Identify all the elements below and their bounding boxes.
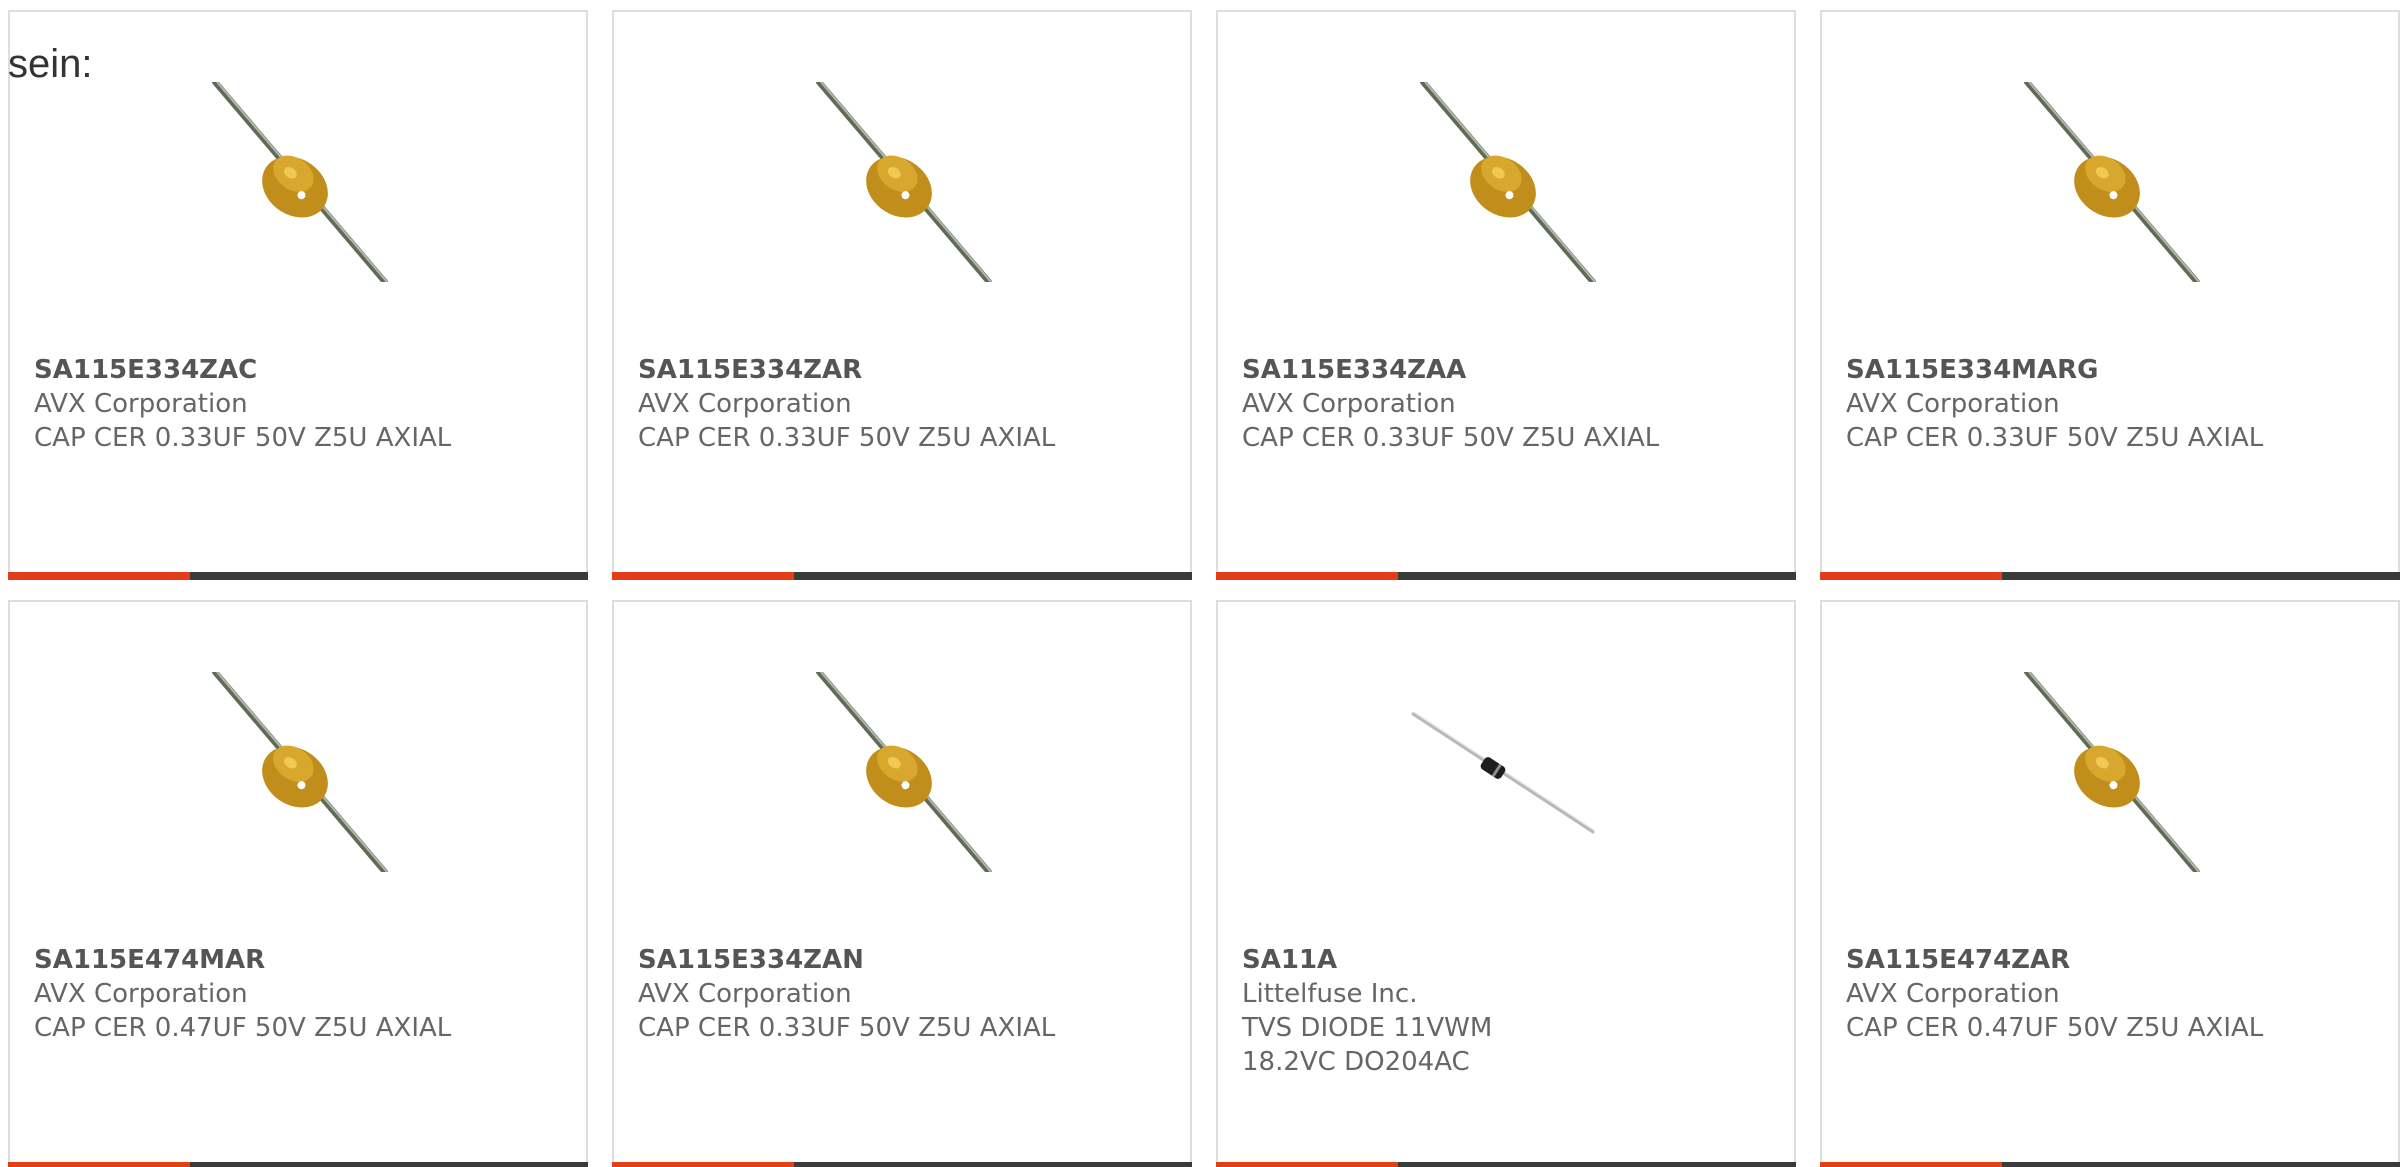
product-info: SA11A Littelfuse Inc. TVS DIODE 11VWM 18…	[1242, 943, 1772, 1079]
product-card[interactable]: SA115E334ZAR AVX Corporation CAP CER 0.3…	[612, 10, 1192, 580]
card-bottom-accent	[1820, 1162, 2002, 1167]
product-description: CAP CER 0.47UF 50V Z5U AXIAL	[34, 1013, 452, 1043]
part-number-link[interactable]: SA115E334ZAA	[1242, 353, 1772, 387]
part-number-link[interactable]: SA115E334ZAR	[638, 353, 1168, 387]
ceramic-capacitor-image	[212, 82, 388, 282]
product-description: CAP CER 0.33UF 50V Z5U AXIAL	[638, 1013, 1056, 1043]
card-bottom-bar	[1820, 572, 2400, 580]
product-card[interactable]: SA115E334MARG AVX Corporation CAP CER 0.…	[1820, 10, 2400, 580]
ceramic-capacitor-image	[212, 672, 388, 872]
card-bottom-bar	[612, 572, 1192, 580]
ceramic-capacitor-image[interactable]	[1403, 82, 1603, 282]
product-info: SA115E334ZAR AVX Corporation CAP CER 0.3…	[638, 353, 1168, 455]
card-bottom-bar	[1216, 572, 1796, 580]
card-bottom-accent	[8, 572, 190, 580]
section-heading-text: sein:	[8, 42, 93, 86]
product-description: CAP CER 0.33UF 50V Z5U AXIAL	[1846, 423, 2264, 453]
card-bottom-accent	[612, 572, 794, 580]
product-card[interactable]: SA115E474ZAR AVX Corporation CAP CER 0.4…	[1820, 600, 2400, 1167]
product-card[interactable]: SA115E474MAR AVX Corporation CAP CER 0.4…	[8, 600, 588, 1167]
manufacturer-name: AVX Corporation	[34, 979, 248, 1009]
part-number-link[interactable]: SA115E334MARG	[1846, 353, 2376, 387]
card-bottom-accent	[1216, 1162, 1398, 1167]
card-bottom-bar	[1216, 1162, 1796, 1167]
ceramic-capacitor-image[interactable]	[2007, 82, 2207, 282]
ceramic-capacitor-image[interactable]	[195, 82, 395, 282]
product-card[interactable]: SA115E334ZAC AVX Corporation CAP CER 0.3…	[8, 10, 588, 580]
part-number-link[interactable]: SA115E334ZAC	[34, 353, 564, 387]
product-info: SA115E334ZAC AVX Corporation CAP CER 0.3…	[34, 353, 564, 455]
ceramic-capacitor-image[interactable]	[195, 672, 395, 872]
card-bottom-accent	[612, 1162, 794, 1167]
card-bottom-accent	[1216, 572, 1398, 580]
card-bottom-accent	[8, 1162, 190, 1167]
product-results-page: sein: SA115E334ZAC AVX Corporation CAP C…	[0, 0, 2400, 1167]
part-number-link[interactable]: SA11A	[1242, 943, 1772, 977]
manufacturer-name: AVX Corporation	[638, 389, 852, 419]
ceramic-capacitor-image	[816, 672, 992, 872]
axial-diode-image	[1411, 711, 1595, 834]
part-number-link[interactable]: SA115E474ZAR	[1846, 943, 2376, 977]
manufacturer-name: Littelfuse Inc.	[1242, 979, 1418, 1009]
card-bottom-bar	[612, 1162, 1192, 1167]
product-description: CAP CER 0.33UF 50V Z5U AXIAL	[1242, 423, 1660, 453]
product-description: CAP CER 0.33UF 50V Z5U AXIAL	[34, 423, 452, 453]
axial-diode-image[interactable]	[1403, 672, 1603, 872]
ceramic-capacitor-image[interactable]	[799, 82, 999, 282]
manufacturer-name: AVX Corporation	[638, 979, 852, 1009]
product-grid: SA115E334ZAC AVX Corporation CAP CER 0.3…	[8, 10, 2400, 1167]
product-info: SA115E474MAR AVX Corporation CAP CER 0.4…	[34, 943, 564, 1045]
ceramic-capacitor-image	[1420, 82, 1596, 282]
product-description: CAP CER 0.33UF 50V Z5U AXIAL	[638, 423, 1056, 453]
product-card[interactable]: SA115E334ZAN AVX Corporation CAP CER 0.3…	[612, 600, 1192, 1167]
card-bottom-bar	[8, 572, 588, 580]
product-info: SA115E334ZAA AVX Corporation CAP CER 0.3…	[1242, 353, 1772, 455]
card-bottom-bar	[8, 1162, 588, 1167]
ceramic-capacitor-image	[2024, 672, 2200, 872]
card-bottom-accent	[1820, 572, 2002, 580]
part-number-link[interactable]: SA115E474MAR	[34, 943, 564, 977]
product-description: CAP CER 0.47UF 50V Z5U AXIAL	[1846, 1013, 2264, 1043]
manufacturer-name: AVX Corporation	[1242, 389, 1456, 419]
product-info: SA115E334MARG AVX Corporation CAP CER 0.…	[1846, 353, 2376, 455]
ceramic-capacitor-image[interactable]	[799, 672, 999, 872]
product-description: TVS DIODE 11VWM 18.2VC DO204AC	[1242, 1013, 1493, 1077]
card-bottom-bar	[1820, 1162, 2400, 1167]
part-number-link[interactable]: SA115E334ZAN	[638, 943, 1168, 977]
product-card[interactable]: SA11A Littelfuse Inc. TVS DIODE 11VWM 18…	[1216, 600, 1796, 1167]
manufacturer-name: AVX Corporation	[1846, 979, 2060, 1009]
product-card[interactable]: SA115E334ZAA AVX Corporation CAP CER 0.3…	[1216, 10, 1796, 580]
manufacturer-name: AVX Corporation	[1846, 389, 2060, 419]
manufacturer-name: AVX Corporation	[34, 389, 248, 419]
ceramic-capacitor-image	[2024, 82, 2200, 282]
ceramic-capacitor-image[interactable]	[2007, 672, 2207, 872]
product-info: SA115E334ZAN AVX Corporation CAP CER 0.3…	[638, 943, 1168, 1045]
ceramic-capacitor-image	[816, 82, 992, 282]
product-info: SA115E474ZAR AVX Corporation CAP CER 0.4…	[1846, 943, 2376, 1045]
